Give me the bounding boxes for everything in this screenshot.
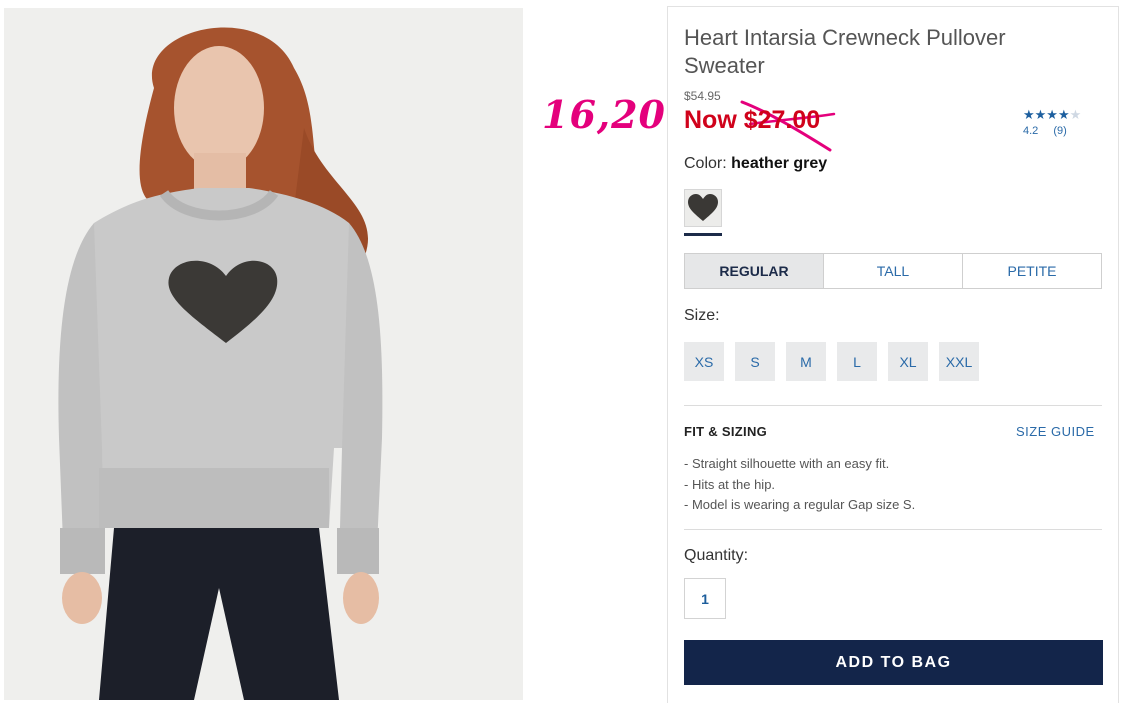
- color-value: heather grey: [731, 155, 828, 172]
- handwritten-price-annotation: 16,20: [542, 92, 666, 137]
- tab-regular[interactable]: REGULAR: [685, 254, 823, 288]
- heart-swatch-icon: [688, 194, 718, 221]
- color-label: Color:: [684, 155, 727, 172]
- original-price: $54.95: [684, 89, 721, 103]
- rating-stars-icon: ★★★★★: [1023, 107, 1081, 123]
- review-count[interactable]: (9): [1053, 125, 1066, 137]
- divider: [684, 405, 1102, 406]
- size-options: XS S M L XL XXL: [684, 342, 990, 381]
- quantity-label: Quantity:: [684, 547, 749, 564]
- filled-stars: ★★★★: [1023, 107, 1070, 122]
- color-swatch-heather-grey[interactable]: [684, 189, 722, 227]
- product-title: Heart Intarsia Crewneck Pullover Sweater: [684, 25, 1006, 78]
- fit-details-list: - Straight silhouette with an easy fit. …: [684, 454, 915, 516]
- empty-star: ★: [1069, 107, 1082, 122]
- size-button-l[interactable]: L: [837, 342, 877, 381]
- add-to-bag-button[interactable]: ADD TO BAG: [684, 640, 1103, 685]
- product-image[interactable]: [4, 8, 523, 700]
- size-button-m[interactable]: M: [786, 342, 826, 381]
- quantity-input[interactable]: 1: [684, 578, 726, 619]
- tab-tall[interactable]: TALL: [823, 254, 962, 288]
- sale-price: Now $27.00: [684, 106, 821, 134]
- size-button-s[interactable]: S: [735, 342, 775, 381]
- model-wearing-sweater-illustration: [4, 8, 523, 700]
- fit-sizing-heading: FIT & SIZING: [684, 424, 768, 439]
- product-rating[interactable]: ★★★★★ 4.2 (9): [1023, 107, 1081, 137]
- selected-swatch-indicator: [684, 233, 722, 236]
- tab-petite[interactable]: PETITE: [962, 254, 1101, 288]
- size-button-xl[interactable]: XL: [888, 342, 928, 381]
- fit-detail-item: - Straight silhouette with an easy fit.: [684, 456, 890, 471]
- color-selection: Color: heather grey: [684, 155, 827, 173]
- rating-score: 4.2: [1023, 125, 1039, 137]
- fit-tabs: REGULAR TALL PETITE: [684, 253, 1102, 289]
- size-guide-link[interactable]: SIZE GUIDE: [1016, 424, 1095, 439]
- divider: [684, 529, 1102, 530]
- fit-detail-item: - Model is wearing a regular Gap size S.: [684, 497, 916, 512]
- size-button-xs[interactable]: XS: [684, 342, 724, 381]
- size-label: Size:: [684, 307, 720, 324]
- size-button-xxl[interactable]: XXL: [939, 342, 979, 381]
- fit-detail-item: - Hits at the hip.: [684, 476, 776, 492]
